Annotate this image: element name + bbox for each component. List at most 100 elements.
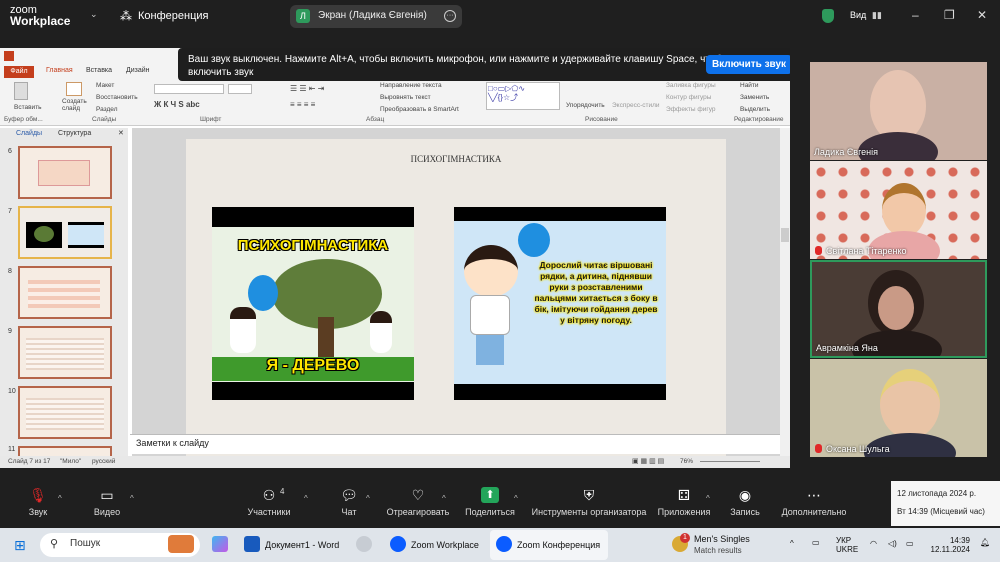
scroll-thumb[interactable] [781, 228, 789, 242]
smartart-button[interactable]: Преобразовать в SmartArt [380, 106, 459, 113]
windows-start-icon[interactable]: ⊞ [14, 537, 26, 554]
zoom-level[interactable]: 76% [680, 458, 693, 465]
align-text-button[interactable]: Выровнять текст [380, 94, 431, 101]
volume-icon[interactable]: ◁) [888, 539, 897, 548]
participant-tile[interactable]: Ладика Євгенія [810, 62, 987, 160]
audio-button[interactable]: 🎙︎ Звук [24, 487, 52, 517]
paste-label[interactable]: Вставить [14, 104, 42, 111]
tab-outline[interactable]: Структура [58, 130, 91, 137]
more-options-icon[interactable]: ··· [444, 10, 456, 22]
taskbar-search[interactable]: ⚲ Пошук [40, 533, 200, 557]
slide-scrollbar[interactable] [780, 128, 790, 458]
shapes-gallery[interactable]: □○▭▷⬠∿ ╲╱{}☆⤴ [486, 82, 560, 110]
shape-fill-button[interactable]: Заливка фигуры [666, 82, 716, 89]
view-buttons[interactable]: ▣ ▦ ▥ ▤ [632, 457, 664, 465]
participants-caret-icon[interactable]: ^ [304, 494, 308, 503]
tab-design[interactable]: Дизайн [126, 67, 150, 74]
paste-icon[interactable] [14, 82, 28, 100]
tab-home[interactable]: Главная [46, 67, 73, 74]
network-icon[interactable]: ▭ [812, 538, 820, 547]
tab-insert[interactable]: Вставка [86, 67, 112, 74]
chat-caret-icon[interactable]: ^ [366, 494, 370, 503]
shape-effects-button[interactable]: Эффекты фигур [666, 106, 716, 113]
select-button[interactable]: Выделить [740, 106, 770, 113]
tab-file[interactable]: Файл [4, 66, 34, 78]
share-caret-icon[interactable]: ^ [514, 494, 518, 503]
new-slide-icon[interactable] [66, 82, 82, 96]
battery-icon[interactable]: ▭ [906, 539, 914, 548]
keyboard-layout[interactable]: УКР UKRE [836, 536, 858, 554]
apps-caret-icon[interactable]: ^ [706, 494, 710, 503]
zoom-logo[interactable]: zoom Workplace [10, 5, 71, 28]
align-icons[interactable]: ≡ ≡ ≡ ≡ [290, 100, 315, 109]
close-pane-icon[interactable]: ✕ [118, 129, 124, 137]
react-caret-icon[interactable]: ^ [442, 494, 446, 503]
slide-thumbnail[interactable] [18, 266, 112, 319]
apps-button[interactable]: ⚃ Приложения [654, 487, 714, 517]
slide-thumbnail[interactable] [18, 146, 112, 199]
list-icons[interactable]: ☰ ☰ ⇤ ⇥ [290, 84, 324, 93]
zoom-icon[interactable] [496, 536, 512, 552]
copilot-icon[interactable] [212, 536, 228, 552]
unmute-button[interactable]: Включить звук [706, 55, 790, 74]
image-band [212, 207, 414, 227]
video-caret-icon[interactable]: ^ [130, 494, 134, 503]
layout-button[interactable]: Макет [96, 82, 114, 89]
replace-button[interactable]: Заменить [740, 94, 769, 101]
chevron-up-icon[interactable]: ^ [790, 539, 794, 548]
slide-thumbnail-selected[interactable] [18, 206, 112, 259]
news-subtitle: Match results [694, 546, 742, 555]
font-name-select[interactable] [154, 84, 224, 94]
participant-tile[interactable]: Світлана Тітаренко [810, 161, 987, 259]
chevron-down-icon[interactable]: ⌄ [90, 9, 98, 20]
shield-icon[interactable] [822, 9, 834, 23]
shape-outline-button[interactable]: Контур фигуры [666, 94, 711, 101]
meeting-icon: ⁂ [120, 9, 132, 23]
notification-bell-icon[interactable]: 🔔︎ [980, 538, 990, 547]
share-button[interactable]: ⬆ Поделиться [463, 487, 517, 517]
audio-caret-icon[interactable]: ^ [58, 494, 62, 503]
participants-button[interactable]: ⚇ Участники [244, 487, 294, 517]
section-button[interactable]: Раздел [96, 106, 117, 113]
chat-button[interactable]: 💬︎ Чат [338, 487, 360, 517]
wifi-icon[interactable]: ◠ [870, 539, 877, 548]
find-button[interactable]: Найти [740, 82, 759, 89]
taskbar-word[interactable]: Документ1 - Word [265, 540, 339, 550]
minimize-icon[interactable]: – [912, 8, 919, 22]
video-label: Видео [93, 507, 121, 517]
slide-thumbnail[interactable] [18, 386, 112, 439]
quick-styles-button[interactable]: Экспресс-стили [612, 102, 660, 109]
record-button[interactable]: ◉ Запись [728, 487, 762, 517]
reset-button[interactable]: Восстановить [96, 94, 138, 101]
app-icon[interactable] [356, 536, 372, 552]
react-button[interactable]: ♡ Отреагировать [386, 487, 450, 517]
participant-tile-active[interactable]: Аврамкіна Яна [810, 260, 987, 358]
current-slide[interactable]: ПСИХОГІМНАСТИКА ПСИХОГІМНАСТИКА Я - ДЕРЕ… [186, 139, 726, 468]
thumbnail-content [26, 338, 104, 370]
zoom-slider[interactable] [700, 461, 760, 462]
text-direction-button[interactable]: Направление текста [380, 82, 442, 89]
word-icon[interactable] [244, 536, 260, 552]
close-icon[interactable]: ✕ [977, 8, 987, 22]
notes-pane[interactable]: Заметки к слайду [130, 434, 780, 454]
slide-thumbnail[interactable] [18, 326, 112, 379]
news-title[interactable]: Men's Singles [694, 534, 750, 544]
tab-slides[interactable]: Слайды [16, 130, 42, 137]
logo-text-2: Workplace [10, 14, 71, 28]
video-button[interactable]: ▭ Видео [90, 487, 124, 517]
host-tools-button[interactable]: ⛨ Инструменты организатора [530, 487, 648, 517]
more-button[interactable]: ⋯ Дополнительно [780, 487, 848, 517]
system-clock[interactable]: 14:39 12.11.2024 [922, 536, 970, 554]
view-button[interactable]: Вид [850, 10, 866, 20]
taskbar-zoom-workplace[interactable]: Zoom Workplace [411, 540, 479, 550]
maximize-icon[interactable]: ❐ [944, 8, 955, 22]
zoom-icon[interactable] [390, 536, 406, 552]
bold-italic-underline-icons[interactable]: Ж К Ч S abc [154, 100, 200, 109]
new-slide-label[interactable]: Создать слайд [62, 98, 92, 112]
screen-share-pill[interactable]: Л Экран (Ладика Євгенія) ··· [290, 5, 462, 28]
grid-view-icon[interactable]: ▮▮ [872, 10, 882, 21]
taskbar-zoom-conference[interactable]: Zoom Конференция [517, 540, 600, 550]
font-size-select[interactable] [228, 84, 252, 94]
participant-tile[interactable]: Оксана Шульга [810, 359, 987, 457]
arrange-button[interactable]: Упорядочить [566, 102, 605, 109]
